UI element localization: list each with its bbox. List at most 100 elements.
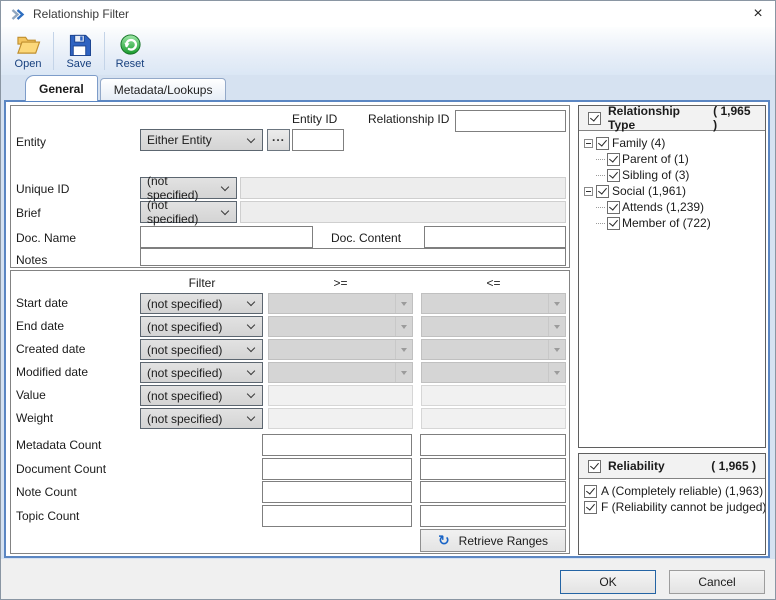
relationship-filter-dialog: Relationship Filter × Open Save Reset Ge… [0,0,776,600]
reliability-title: Reliability [608,459,665,473]
date-dropdown-icon [548,294,565,313]
tab-strip: General Metadata/Lookups [1,75,775,101]
general-tab-page: Entity ID Relationship ID Entity Either … [4,100,770,558]
title-bar: Relationship Filter × [1,1,775,27]
value-filter-dropdown[interactable]: (not specified) [140,385,263,406]
end-date-min-field [268,316,413,337]
filter-row-created-date: Created date (not specified) [11,339,569,360]
checkbox[interactable] [596,184,609,198]
start-date-min-field [268,293,413,314]
content-area: General Metadata/Lookups Entity ID Relat… [1,75,775,559]
date-dropdown-icon [395,340,412,359]
chevron-down-icon [246,412,256,422]
tree-item-member-of[interactable]: Member of (722) [579,215,765,231]
filter-row-weight: Weight (not specified) [11,408,569,429]
reliability-panel: Reliability ( 1,965 ) A (Completely reli… [578,453,766,555]
value-min-field [268,385,413,406]
topic-count-min-input[interactable] [262,505,412,527]
modified-date-filter-dropdown[interactable]: (not specified) [140,362,263,383]
created-date-max-field [421,339,566,360]
weight-filter-dropdown[interactable]: (not specified) [140,408,263,429]
cancel-button[interactable]: Cancel [669,570,765,594]
date-dropdown-icon [548,363,565,382]
metadata-count-max-input[interactable] [420,434,566,456]
chevron-down-icon [220,182,230,191]
modified-date-min-field [268,362,413,383]
entity-id-input[interactable] [292,129,344,151]
tree-item-family[interactable]: Family (4) [579,135,765,151]
reset-button[interactable]: Reset [107,28,153,74]
reliability-item-f[interactable]: F (Reliability cannot be judged) ( [584,499,765,515]
reliability-header: Reliability ( 1,965 ) [579,454,765,479]
chevron-down-icon [246,366,256,376]
reliability-count: ( 1,965 ) [711,459,756,473]
document-count-max-input[interactable] [420,458,566,480]
document-count-label: Document Count [16,462,107,476]
checkbox[interactable] [607,200,620,214]
filter-row-modified-date: Modified date (not specified) [11,362,569,383]
chevron-down-icon [246,389,256,399]
end-date-filter-dropdown[interactable]: (not specified) [140,316,263,337]
entity-dropdown[interactable]: Either Entity [140,129,263,151]
open-button[interactable]: Open [5,28,51,74]
close-button[interactable]: × [741,1,775,27]
reliability-checkbox[interactable] [588,459,601,473]
filter-groupbox: Filter >= <= Start date (not specified) … [10,270,570,554]
created-date-filter-dropdown[interactable]: (not specified) [140,339,263,360]
tree-item-social[interactable]: Social (1,961) [579,183,765,199]
unique-id-filter-dropdown[interactable]: (not specified) [140,174,237,202]
checkbox[interactable] [584,500,597,514]
brief-filter-dropdown[interactable]: (not specified) [140,198,237,226]
tab-general[interactable]: General [25,75,98,101]
value-max-field [421,385,566,406]
topic-count-max-input[interactable] [420,505,566,527]
open-folder-icon [16,33,41,56]
filter-row-value: Value (not specified) [11,385,569,406]
toolbar-separator [53,32,54,70]
relationship-id-input[interactable] [455,110,566,132]
tree-connector [596,174,605,176]
modified-date-label: Modified date [16,365,89,379]
window-title: Relationship Filter [33,7,130,21]
checkbox[interactable] [584,484,597,498]
ok-button[interactable]: OK [560,570,656,594]
relationship-type-title: Relationship Type [608,105,681,132]
checkbox[interactable] [607,216,620,230]
checkbox[interactable] [607,152,620,166]
modified-date-max-field [421,362,566,383]
chevron-down-icon [246,343,256,353]
save-button[interactable]: Save [56,28,102,74]
note-count-min-input[interactable] [262,481,412,503]
brief-value-field [240,201,566,223]
tree-item-attends[interactable]: Attends (1,239) [579,199,765,215]
weight-min-field [268,408,413,429]
note-count-max-input[interactable] [420,481,566,503]
relationship-type-panel: Relationship Type ( 1,965 ) Family (4) P… [578,105,766,448]
doc-content-input[interactable] [424,226,566,248]
collapse-icon[interactable] [584,186,593,196]
checkbox[interactable] [596,136,609,150]
date-dropdown-icon [395,317,412,336]
tree-item-parent-of[interactable]: Parent of (1) [579,151,765,167]
collapse-icon[interactable] [584,138,593,148]
notes-input[interactable] [140,248,566,266]
doc-name-input[interactable] [140,226,313,248]
relationship-type-checkbox[interactable] [588,111,601,125]
weight-label: Weight [16,411,54,425]
filter-row-end-date: End date (not specified) [11,316,569,337]
metadata-count-min-input[interactable] [262,434,412,456]
reliability-item-a[interactable]: A (Completely reliable) (1,963) [584,483,765,499]
tab-metadata-lookups[interactable]: Metadata/Lookups [99,78,227,100]
button-bar: OK Cancel [1,559,775,599]
date-dropdown-icon [395,363,412,382]
filter-row-start-date: Start date (not specified) [11,293,569,314]
entity-browse-button[interactable]: ... [267,129,290,151]
doc-name-label: Doc. Name [16,231,77,245]
tree-connector [596,222,605,224]
checkbox[interactable] [607,168,620,182]
start-date-filter-dropdown[interactable]: (not specified) [140,293,263,314]
document-count-min-input[interactable] [262,458,412,480]
le-column-header: <= [486,276,501,290]
tree-item-sibling-of[interactable]: Sibling of (3) [579,167,765,183]
retrieve-ranges-button[interactable]: ↻ Retrieve Ranges [420,529,566,552]
